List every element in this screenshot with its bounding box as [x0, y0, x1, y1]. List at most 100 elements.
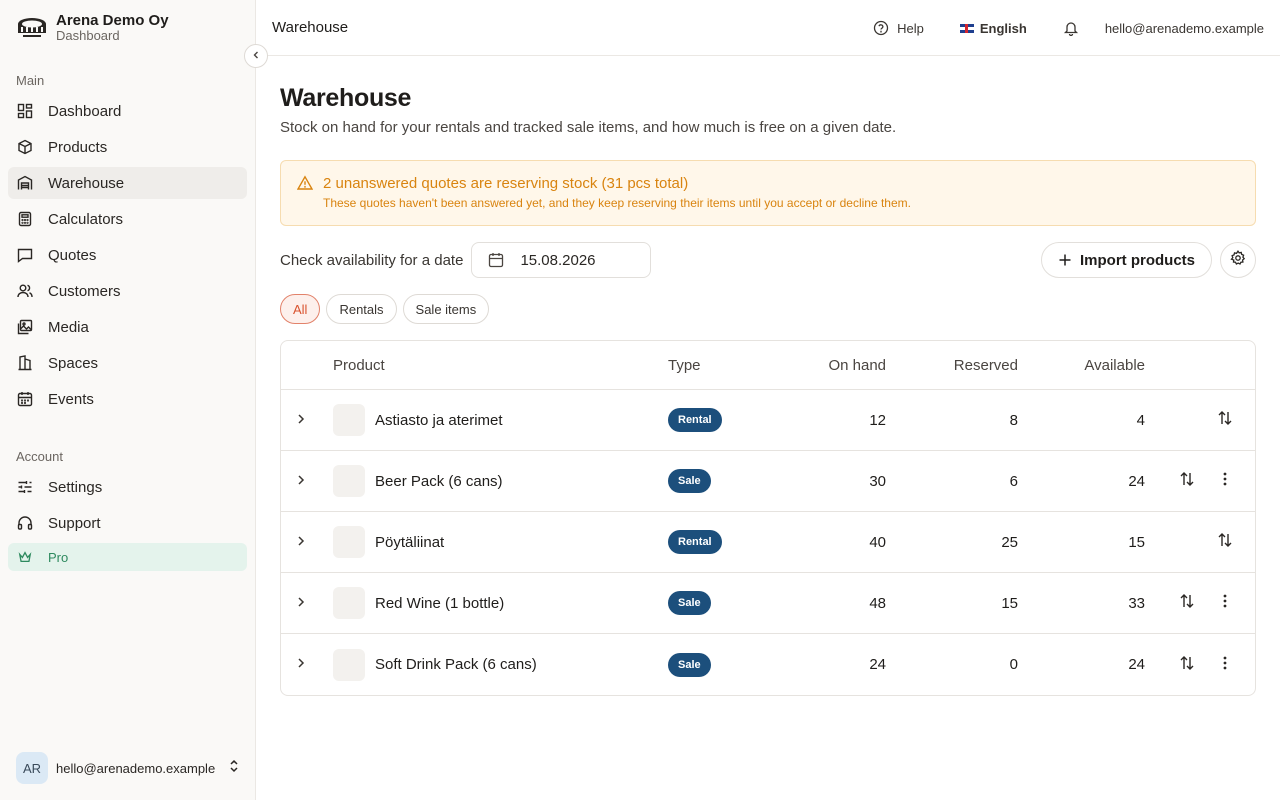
product-type: Sale: [668, 634, 711, 695]
expand-row-button[interactable]: [293, 634, 309, 695]
language-label: English: [979, 20, 1027, 36]
date-label: Check availability for a date: [280, 251, 464, 269]
reserved-value: 25: [1001, 533, 1018, 551]
warning-icon: [296, 175, 314, 196]
page-title: Warehouse: [280, 84, 412, 112]
column-header-reserved[interactable]: Reserved: [954, 341, 1018, 389]
adjust-stock-button[interactable]: [1217, 390, 1233, 450]
reservation-alert: 2 unanswered quotes are reserving stock …: [280, 160, 1256, 226]
help-circle-icon: [873, 20, 889, 36]
message-icon: [16, 246, 34, 264]
sidebar-item-support[interactable]: Support: [8, 507, 247, 539]
sidebar-item-media[interactable]: Media: [8, 311, 247, 343]
table-row[interactable]: Beer Pack (6 cans) Sale 30 6 24: [281, 451, 1255, 512]
table-row[interactable]: Astiasto ja aterimet Rental 12 8 4: [281, 390, 1255, 451]
users-icon: [16, 282, 34, 300]
box-icon: [16, 138, 34, 156]
adjust-stock-button[interactable]: [1217, 512, 1233, 572]
type-badge: Sale: [668, 591, 711, 615]
chevron-right-icon: [296, 534, 306, 551]
row-menu-button[interactable]: [1217, 573, 1233, 633]
sidebar-item-events[interactable]: Events: [8, 383, 247, 415]
help-button[interactable]: Help: [873, 20, 924, 36]
available-value: 4: [1136, 411, 1145, 429]
expand-row-button[interactable]: [293, 512, 309, 572]
product-name: Soft Drink Pack (6 cans): [375, 656, 537, 673]
column-header-product[interactable]: Product: [333, 341, 385, 389]
column-header-on-hand[interactable]: On hand: [828, 341, 886, 389]
product-name: Red Wine (1 bottle): [375, 594, 505, 612]
row-menu-button[interactable]: [1217, 451, 1233, 511]
stock-table: Product Type On hand Reserved Available …: [280, 340, 1256, 696]
avatar: AR: [16, 752, 48, 784]
calculator-icon: [16, 210, 34, 228]
user-menu[interactable]: AR hello@arenademo.example: [16, 752, 240, 784]
more-vertical-icon: [1223, 656, 1227, 674]
filter-sale-items[interactable]: Sale items: [402, 294, 490, 324]
row-menu-button[interactable]: [1217, 634, 1233, 695]
date-picker[interactable]: 15.08.2026: [471, 242, 652, 278]
filter-rentals[interactable]: Rentals: [326, 294, 397, 324]
thumbnail-placeholder: [333, 465, 365, 497]
sidebar-item-dashboard[interactable]: Dashboard: [8, 95, 247, 127]
arrows-up-down-icon: [1179, 655, 1195, 675]
sidebar-item-calculators[interactable]: Calculators: [8, 203, 247, 235]
user-email: hello@arenademo.example: [56, 760, 216, 776]
page-subtitle: Stock on hand for your rentals and track…: [280, 119, 897, 136]
table-settings-button[interactable]: [1220, 242, 1256, 278]
nav-main: Dashboard Products Warehouse Calculators…: [8, 95, 247, 419]
brand[interactable]: Arena Demo Oy Dashboard: [0, 0, 255, 56]
product-type: Sale: [668, 451, 711, 511]
alert-description: These quotes haven't been answered yet, …: [323, 196, 911, 210]
thumbnail-placeholder: [333, 526, 365, 558]
chevron-right-icon: [296, 656, 306, 673]
type-filters: All Rentals Sale items: [280, 294, 1256, 324]
arrows-up-down-icon: [1179, 471, 1195, 491]
sidebar-item-label: Products: [48, 138, 108, 156]
available-value: 24: [1128, 656, 1145, 673]
thumbnail-placeholder: [333, 404, 365, 436]
table-row[interactable]: Soft Drink Pack (6 cans) Sale 24 0 24: [281, 634, 1255, 695]
sidebar-item-pro[interactable]: Pro: [8, 543, 247, 571]
expand-row-button[interactable]: [293, 573, 309, 633]
sidebar-item-label: Support: [48, 514, 101, 532]
notifications-button[interactable]: [1063, 20, 1087, 36]
sidebar-item-settings[interactable]: Settings: [8, 471, 247, 503]
sidebar-item-label: Customers: [48, 282, 121, 300]
product-type: Rental: [668, 390, 722, 450]
table-header: Product Type On hand Reserved Available: [281, 341, 1255, 390]
expand-row-button[interactable]: [293, 390, 309, 450]
chevron-right-icon: [296, 595, 306, 612]
sidebar-item-spaces[interactable]: Spaces: [8, 347, 247, 379]
brand-name: Arena Demo Oy: [56, 11, 169, 29]
column-header-available[interactable]: Available: [1084, 341, 1145, 389]
sidebar-item-products[interactable]: Products: [8, 131, 247, 163]
collapse-sidebar-button[interactable]: [244, 44, 268, 68]
brand-subtitle: Dashboard: [56, 28, 120, 44]
gear-icon: [1230, 249, 1246, 271]
account-email[interactable]: hello@arenademo.example: [1105, 21, 1264, 36]
on-hand-value: 48: [869, 594, 886, 612]
language-selector[interactable]: English: [959, 20, 1027, 36]
adjust-stock-button[interactable]: [1179, 573, 1195, 633]
expand-row-button[interactable]: [293, 451, 309, 511]
sliders-icon: [16, 478, 34, 496]
table-body: Astiasto ja aterimet Rental 12 8 4 Beer …: [281, 390, 1255, 695]
sidebar-item-label: Calculators: [48, 210, 124, 228]
images-icon: [16, 318, 34, 336]
filter-all[interactable]: All: [280, 294, 321, 324]
type-badge: Rental: [668, 530, 722, 554]
type-badge: Sale: [668, 469, 711, 493]
import-products-button[interactable]: Import products: [1041, 242, 1212, 278]
sidebar-item-warehouse[interactable]: Warehouse: [8, 167, 247, 199]
table-row[interactable]: Red Wine (1 bottle) Sale 48 15 33: [281, 573, 1255, 634]
adjust-stock-button[interactable]: [1179, 451, 1195, 511]
calendar-icon: [488, 252, 504, 268]
sidebar-item-quotes[interactable]: Quotes: [8, 239, 247, 271]
nav-account: Settings Support Pro: [8, 471, 247, 575]
column-header-type[interactable]: Type: [668, 341, 701, 389]
sidebar-item-customers[interactable]: Customers: [8, 275, 247, 307]
sidebar: Arena Demo Oy Dashboard Main Dashboard P…: [0, 0, 256, 800]
table-row[interactable]: Pöytäliinat Rental 40 25 15: [281, 512, 1255, 573]
adjust-stock-button[interactable]: [1179, 634, 1195, 695]
